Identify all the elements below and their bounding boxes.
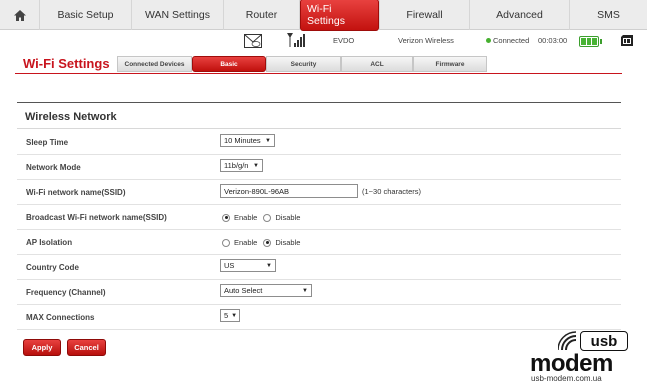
status-bar: EVDO Verizon Wireless Connected 00:03:00 — [0, 31, 647, 53]
tab-label: Wi-Fi Settings — [300, 0, 379, 31]
tab-label: Advanced — [496, 9, 543, 21]
tab-label: WAN Settings — [145, 9, 210, 21]
country-code-value: US — [224, 261, 235, 270]
connection-timer: 00:03:00 — [538, 36, 568, 45]
ssid-row: Wi-Fi network name(SSID) Verizon-890L-96… — [17, 180, 621, 205]
subtab-connected-devices[interactable]: Connected Devices — [117, 56, 192, 72]
ssid-input[interactable]: Verizon-890L-96AB — [220, 184, 358, 198]
frequency-select[interactable]: Auto Select ▼ — [220, 284, 312, 297]
sleep-time-row: Sleep Time 10 Minutes ▼ — [17, 130, 621, 155]
broadcast-disable-label: Disable — [275, 213, 301, 222]
tab-label: Router — [245, 9, 278, 21]
tab-firewall[interactable]: Firewall — [380, 0, 470, 30]
subtab-acl[interactable]: ACL — [341, 56, 413, 72]
frequency-label: Frequency (Channel) — [26, 288, 106, 297]
ap-isolation-row: AP Isolation Enable Disable — [17, 230, 621, 255]
sleep-time-value: 10 Minutes — [224, 136, 261, 145]
ap-isolation-disable-radio[interactable] — [263, 238, 272, 247]
home-button[interactable] — [0, 0, 40, 30]
frequency-value: Auto Select — [224, 286, 263, 295]
top-navigation: Basic Setup WAN Settings Router Wi-Fi Se… — [0, 0, 647, 31]
country-code-select[interactable]: US ▼ — [220, 259, 276, 272]
ap-isolation-enable-label: Enable — [234, 238, 258, 247]
tab-label: Firewall — [406, 9, 443, 21]
max-connections-value: 5 — [224, 311, 229, 320]
connected-icon — [486, 38, 491, 43]
ssid-value: Verizon-890L-96AB — [224, 186, 290, 196]
broadcast-enable-label: Enable — [234, 213, 258, 222]
subtab-label: Basic — [220, 60, 238, 68]
signal-icon — [286, 33, 306, 50]
network-mode-row: Network Mode 11b/g/n ▼ — [17, 155, 621, 180]
country-code-label: Country Code — [26, 263, 79, 272]
network-mode-select[interactable]: 11b/g/n ▼ — [220, 159, 263, 172]
apply-button[interactable]: Apply — [23, 339, 61, 356]
watermark-usb-badge: usb — [580, 331, 628, 351]
sleep-time-label: Sleep Time — [26, 138, 69, 147]
subtab-basic[interactable]: Basic — [192, 56, 266, 72]
section-bottom-divider — [17, 128, 621, 129]
tab-sms[interactable]: SMS — [570, 0, 647, 30]
broadcast-ssid-row: Broadcast Wi-Fi network name(SSID) Enabl… — [17, 205, 621, 230]
section-title: Wireless Network — [25, 111, 117, 123]
dropdown-arrow-icon: ▼ — [266, 262, 272, 269]
header-divider — [15, 73, 622, 74]
network-type: EVDO — [333, 36, 355, 45]
network-mode-label: Network Mode — [26, 163, 81, 172]
dropdown-arrow-icon: ▼ — [265, 137, 271, 144]
tab-wifi-settings[interactable]: Wi-Fi Settings — [300, 0, 380, 31]
ap-isolation-label: AP Isolation — [26, 238, 73, 247]
connection-status: Connected — [486, 36, 529, 45]
subtab-label: Connected Devices — [124, 60, 185, 68]
tab-advanced[interactable]: Advanced — [470, 0, 570, 30]
cancel-button[interactable]: Cancel — [67, 339, 106, 356]
mail-icon[interactable] — [244, 34, 262, 50]
max-connections-row: MAX Connections 5 ▼ — [17, 305, 621, 330]
tab-wan-settings[interactable]: WAN Settings — [132, 0, 224, 30]
network-mode-value: 11b/g/n — [224, 161, 249, 170]
dropdown-arrow-icon: ▼ — [302, 287, 308, 294]
watermark-url: usb-modem.com.ua — [531, 374, 602, 383]
ap-isolation-disable-label: Disable — [275, 238, 301, 247]
country-code-row: Country Code US ▼ — [17, 255, 621, 280]
battery-icon — [579, 36, 602, 47]
tab-basic-setup[interactable]: Basic Setup — [40, 0, 132, 30]
max-connections-select[interactable]: 5 ▼ — [220, 309, 240, 322]
sub-navigation: Connected Devices Basic Security ACL Fir… — [117, 56, 487, 72]
broadcast-ssid-label: Broadcast Wi-Fi network name(SSID) — [26, 213, 167, 222]
tab-label: SMS — [597, 9, 620, 21]
subtab-firmware[interactable]: Firmware — [413, 56, 487, 72]
ap-isolation-enable-radio[interactable] — [222, 238, 230, 247]
carrier-name: Verizon Wireless — [398, 36, 454, 45]
sleep-time-select[interactable]: 10 Minutes ▼ — [220, 134, 275, 147]
broadcast-disable-radio[interactable] — [263, 213, 272, 222]
subtab-label: ACL — [370, 60, 384, 68]
home-icon — [13, 9, 26, 21]
subtab-security[interactable]: Security — [266, 56, 341, 72]
broadcast-enable-radio[interactable] — [222, 213, 230, 222]
subtab-label: Security — [290, 60, 317, 68]
max-connections-label: MAX Connections — [26, 313, 95, 322]
page-title: Wi-Fi Settings — [23, 56, 110, 71]
subtab-label: Firmware — [435, 60, 465, 68]
dropdown-arrow-icon: ▼ — [231, 312, 238, 319]
tab-label: Basic Setup — [57, 9, 114, 21]
ssid-label: Wi-Fi network name(SSID) — [26, 188, 126, 197]
connection-label: Connected — [493, 36, 530, 45]
ssid-hint: (1~30 characters) — [362, 186, 421, 196]
section-top-divider — [17, 102, 621, 103]
tab-router[interactable]: Router — [224, 0, 300, 30]
dropdown-arrow-icon: ▼ — [253, 162, 259, 169]
sim-icon — [621, 35, 633, 48]
frequency-row: Frequency (Channel) Auto Select ▼ — [17, 280, 621, 305]
